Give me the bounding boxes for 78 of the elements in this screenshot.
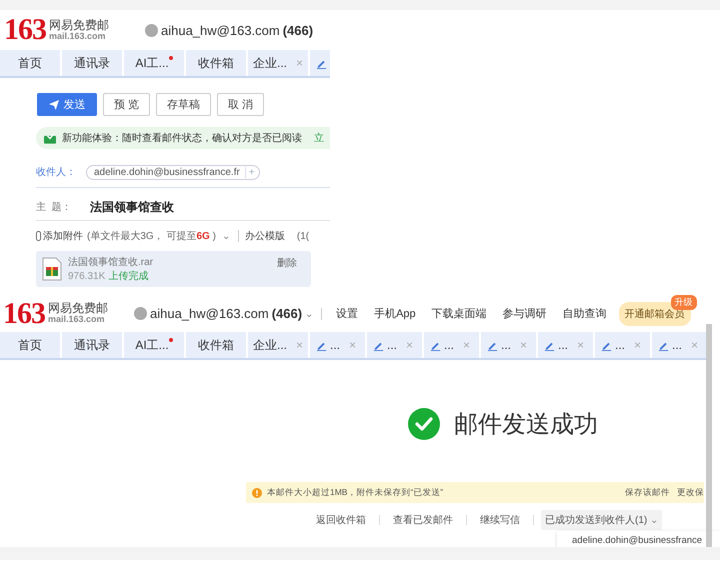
tab[interactable]: ... × [424, 332, 479, 358]
tab-label: AI工... [135, 54, 169, 72]
recipient-item: adeline.dohin@businessfrance [572, 534, 702, 546]
tab[interactable]: ... × [481, 332, 536, 358]
success-message: 邮件发送成功 [454, 410, 598, 440]
tab[interactable]: ... × [595, 332, 650, 358]
tab[interactable]: ... × [538, 332, 593, 358]
logo-domain: mail.163.com [49, 32, 106, 42]
tab-label: 企业... [252, 54, 287, 72]
tab-label: ... [672, 338, 682, 352]
caret-icon[interactable]: ⌄ [305, 308, 314, 320]
tab-label: ... [558, 338, 568, 352]
recipient-label: 收件人： [36, 166, 77, 179]
tab-label: ... [387, 338, 398, 352]
warning-action-link[interactable]: 保存该邮件 [625, 486, 670, 498]
tab[interactable]: 收件箱 [186, 50, 246, 76]
tab[interactable]: 收件箱 [186, 332, 246, 358]
account-email[interactable]: aihua_hw@163.com [161, 22, 280, 38]
nav-link[interactable]: 下载桌面端 [432, 306, 487, 321]
warning-text: 本邮件大小超过1MB，附件未保存到“已发送” [267, 486, 444, 498]
tab-label: 收件箱 [198, 336, 234, 354]
tab-label: ... [615, 338, 626, 352]
unread-count: (466) [282, 22, 314, 38]
add-attachment-link[interactable]: 添加附件 [43, 229, 83, 243]
logo-domain: mail.163.com [48, 315, 106, 325]
send-button[interactable]: 发送 [37, 93, 97, 116]
tab[interactable]: ... × [310, 332, 365, 358]
logo-name: 网易免费邮 [49, 18, 109, 32]
tab[interactable]: 企业... × [248, 332, 308, 358]
logo-number: 163 [3, 298, 45, 328]
upgrade-badge: 升级 [670, 294, 697, 310]
caret-icon[interactable]: ⌄ [222, 230, 230, 242]
action-link[interactable]: 返回收件箱 [316, 513, 366, 527]
nav-link[interactable]: 设置 [336, 306, 358, 321]
attachment-size: 976.31K [68, 271, 106, 282]
tab[interactable]: AI工... [124, 50, 184, 76]
tab[interactable]: 通讯录 [62, 50, 122, 76]
subject-label: 主 题： [36, 200, 73, 214]
toolbar-button[interactable]: 取 消 [217, 93, 264, 116]
unread-count: (466) [272, 306, 302, 321]
tab[interactable]: 通讯录 [62, 332, 122, 358]
template-count: (1( [296, 230, 310, 242]
toolbar-button[interactable]: 预 览 [103, 93, 150, 116]
attachment-limit: (单文件最大3G， 可提至6G ) [87, 230, 216, 243]
template-link[interactable]: 办公模版 [244, 229, 285, 243]
recipient-chip[interactable]: adeline.dohin@businessfrance.fr + [86, 164, 260, 180]
tab-label: 收件箱 [198, 54, 234, 72]
account-email[interactable]: aihua_hw@163.com [150, 306, 269, 321]
logo-name: 网易免费邮 [48, 302, 108, 316]
tab[interactable]: 企业... × [248, 50, 308, 76]
toolbar-button[interactable]: 存草稿 [156, 93, 212, 116]
tab[interactable]: 首页 [0, 50, 60, 76]
tab-label: AI工... [135, 336, 169, 354]
upload-status: 上传完成 [108, 271, 148, 282]
tab-label: 通讯录 [74, 54, 110, 72]
tab-label: ... [330, 338, 340, 352]
tab-label: 首页 [18, 336, 42, 354]
tab[interactable]: ... × [367, 332, 422, 358]
action-link[interactable]: 继续写信 [480, 513, 520, 527]
nav-link[interactable]: 参与调研 [502, 306, 547, 321]
notice-text: 新功能体验：随时查看邮件状态，确认对方是否已阅读 [62, 132, 302, 145]
tab[interactable]: 首页 [0, 332, 60, 358]
logo-number: 163 [4, 15, 46, 45]
attachment-name: 法国领事馆查收.rar [68, 256, 154, 269]
action-link[interactable]: 查看已发邮件 [393, 513, 453, 527]
subject-field[interactable]: 法国领事馆查收 [90, 198, 174, 216]
tab-label: 企业... [252, 336, 287, 354]
tab-label: ... [444, 338, 454, 352]
tab-label: 通讯录 [74, 336, 110, 354]
nav-link[interactable]: 手机App [374, 306, 416, 321]
tab[interactable]: AI工... [124, 332, 184, 358]
tab-label: 首页 [18, 54, 42, 72]
delete-link[interactable]: 删除 [277, 256, 297, 270]
tab-label: ... [501, 338, 512, 352]
tab[interactable]: ... × [652, 332, 706, 358]
sent-recipients-dropdown[interactable]: 已成功发送到收件人(1) ⌄ [541, 510, 662, 530]
warning-action-link[interactable]: 更改保 [677, 486, 704, 498]
nav-link[interactable]: 自助查询 [562, 306, 607, 321]
